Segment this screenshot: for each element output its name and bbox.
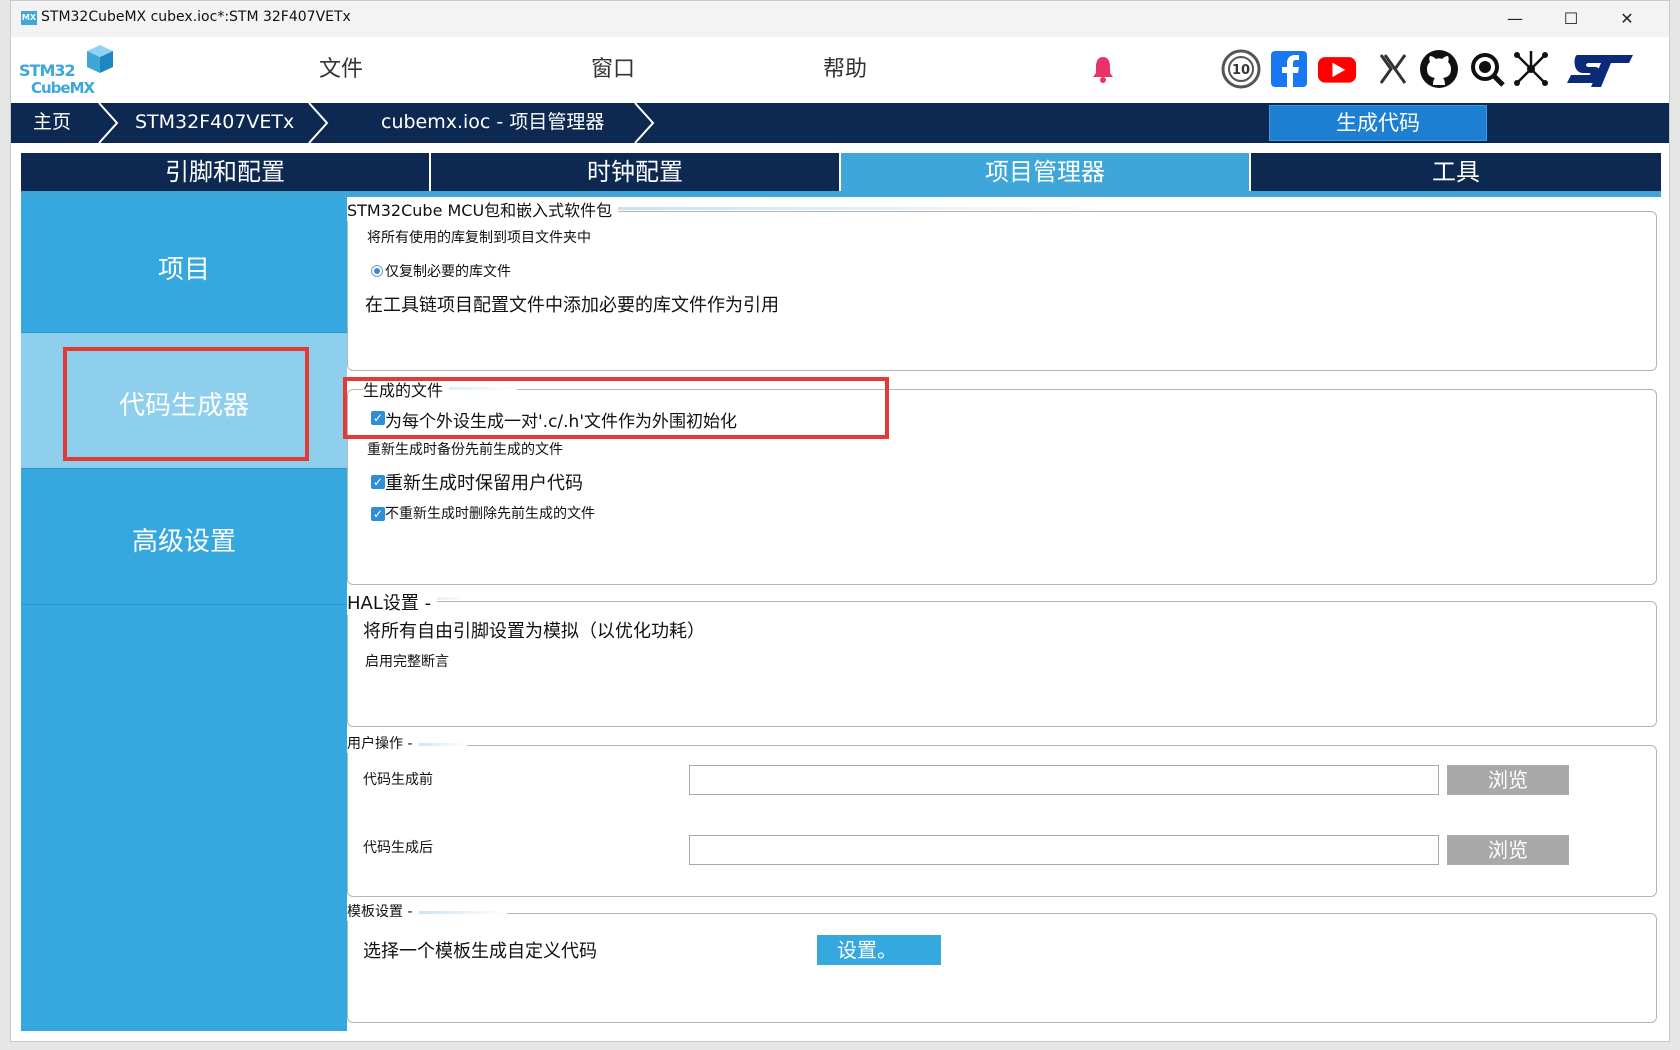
code-generator-panel: STM32Cube MCU包和嵌入式软件包 将所有使用的库复制到项目文件夹中 仅… <box>343 197 1661 1031</box>
title-bar: MX STM32CubeMX cubex.ioc*:STM 32F407VETx… <box>11 1 1669 37</box>
breadcrumb: 主页 STM32F407VETx cubemx.ioc - 项目管理器 生成代码 <box>11 103 1669 143</box>
legend-fade <box>597 207 1137 210</box>
browse-after-button[interactable]: 浏览 <box>1447 835 1569 865</box>
hal-settings-group-title: HAL设置 - <box>347 589 438 615</box>
browse-before-button[interactable]: 浏览 <box>1447 765 1569 795</box>
tab-tools[interactable]: 工具 <box>1251 153 1661 191</box>
menu-window[interactable]: 窗口 <box>591 51 635 83</box>
before-generation-input[interactable] <box>689 765 1439 795</box>
option-keep-user-code[interactable]: 重新生成时保留用户代码 <box>385 469 583 495</box>
menu-help[interactable]: 帮助 <box>823 51 867 83</box>
generate-code-button[interactable]: 生成代码 <box>1269 105 1487 141</box>
menu-file[interactable]: 文件 <box>319 51 363 83</box>
stm32cubemx-logo: STM32 CubeMX <box>19 45 113 99</box>
option-reference-libraries[interactable]: 在工具链项目配置文件中添加必要的库文件作为引用 <box>365 291 779 317</box>
window-title: STM32CubeMX cubex.ioc*:STM 32F407VETx <box>41 9 351 25</box>
bell-icon[interactable] <box>1091 55 1115 83</box>
template-settings-button[interactable]: 设置。 <box>817 935 941 965</box>
breadcrumb-mcu[interactable]: STM32F407VETx <box>135 103 294 143</box>
user-actions-group-title: 用户操作 - <box>347 733 419 753</box>
cube-icon <box>87 45 113 73</box>
option-copy-all-libraries[interactable]: 将所有使用的库复制到项目文件夹中 <box>367 227 591 247</box>
option-backup-previous[interactable]: 重新生成时备份先前生成的文件 <box>367 439 563 459</box>
close-button[interactable]: ✕ <box>1609 7 1645 31</box>
tab-bar: 引脚和配置 时钟配置 项目管理器 工具 <box>21 153 1661 191</box>
sidebar-item-project[interactable]: 项目 <box>21 197 347 333</box>
sidebar: 项目 代码生成器 高级设置 <box>21 197 347 1031</box>
search-icon[interactable] <box>1467 47 1507 91</box>
legend-fade <box>407 911 507 914</box>
before-generation-label: 代码生成前 <box>363 772 433 788</box>
facebook-icon[interactable] <box>1269 47 1309 91</box>
delete-previous-checkbox[interactable]: ✓ <box>371 507 385 521</box>
option-full-assert[interactable]: 启用完整断言 <box>365 651 449 671</box>
logo-line1: STM32 <box>19 61 76 80</box>
tab-clock[interactable]: 时钟配置 <box>431 153 841 191</box>
mcu-package-group-title: STM32Cube MCU包和嵌入式软件包 <box>347 197 619 221</box>
sidebar-item-label: 高级设置 <box>131 527 236 557</box>
tab-pinout[interactable]: 引脚和配置 <box>21 153 431 191</box>
st-logo-icon[interactable] <box>1559 47 1639 91</box>
after-generation-input[interactable] <box>689 835 1439 865</box>
anniversary-10-icon[interactable]: 10 <box>1221 47 1261 91</box>
keep-user-code-checkbox[interactable]: ✓ <box>371 475 385 489</box>
template-settings-group-title: 模板设置 - <box>347 901 419 921</box>
breadcrumb-project[interactable]: cubemx.ioc - 项目管理器 <box>381 103 604 143</box>
chevron-right-icon <box>634 103 655 143</box>
highlight-box <box>63 347 309 461</box>
after-generation-label: 代码生成后 <box>363 840 433 856</box>
maximize-button[interactable]: ☐ <box>1553 7 1589 31</box>
sidebar-item-label: 项目 <box>157 255 210 285</box>
youtube-icon[interactable] <box>1317 47 1357 91</box>
chevron-right-icon <box>308 103 329 143</box>
option-set-pins-analog[interactable]: 将所有自由引脚设置为模拟（以优化功耗） <box>363 617 705 643</box>
template-label: 选择一个模板生成自定义代码 <box>363 941 597 962</box>
chevron-right-icon <box>98 103 119 143</box>
tab-project-manager[interactable]: 项目管理器 <box>841 153 1251 191</box>
logo-line2: CubeMX <box>31 79 95 97</box>
x-icon[interactable] <box>1373 47 1413 91</box>
sidebar-item-advanced-settings[interactable]: 高级设置 <box>21 469 347 605</box>
minimize-button[interactable]: — <box>1497 7 1533 31</box>
svg-text:10: 10 <box>1232 63 1250 78</box>
app-window: MX STM32CubeMX cubex.ioc*:STM 32F407VETx… <box>10 0 1670 1042</box>
option-delete-previous[interactable]: 不重新生成时删除先前生成的文件 <box>385 503 595 523</box>
menu-bar: STM32 CubeMX 文件 窗口 帮助 10 <box>11 37 1669 103</box>
network-icon[interactable] <box>1511 47 1551 91</box>
copy-needed-radio[interactable] <box>371 265 383 277</box>
breadcrumb-home[interactable]: 主页 <box>33 103 71 143</box>
option-copy-needed-libraries[interactable]: 仅复制必要的库文件 <box>385 261 511 281</box>
template-settings-group <box>347 913 1657 1023</box>
github-icon[interactable] <box>1419 47 1459 91</box>
highlight-box <box>343 377 889 439</box>
app-icon: MX <box>21 11 37 25</box>
